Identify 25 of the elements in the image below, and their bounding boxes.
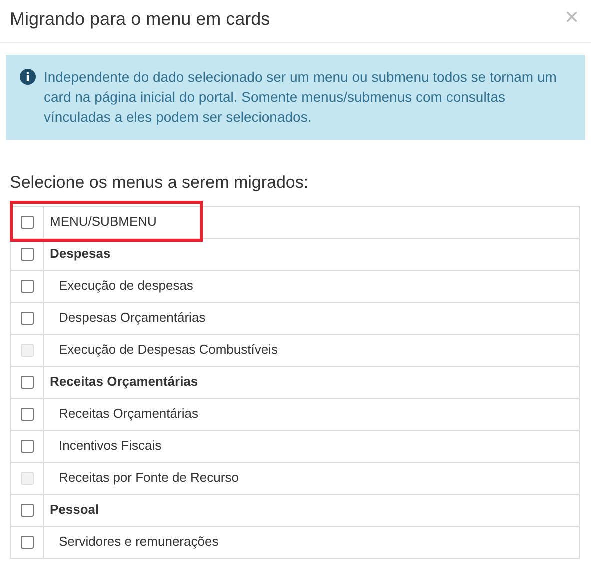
menu-label: Pessoal xyxy=(50,502,100,518)
checkbox[interactable] xyxy=(20,536,34,550)
menu-label: Receitas Orçamentárias xyxy=(50,374,198,390)
checkbox[interactable] xyxy=(20,216,34,230)
checkbox[interactable] xyxy=(20,312,34,326)
submenu-label: Execução de despesas xyxy=(59,278,194,294)
submenu-label: Servidores e remunerações xyxy=(59,534,219,550)
checkbox[interactable] xyxy=(20,280,34,294)
modal-title: Migrando para o menu em cards xyxy=(10,8,270,31)
submenu-label: Incentivos Fiscais xyxy=(59,438,162,454)
checkbox[interactable] xyxy=(20,440,34,454)
alert-text: Independente do dado selecionado ser um menu ou submenu todos se tornam um card na página inicial do portal. Somente menus/submenus com consultas vínculadas a eles podem ser selecionados. xyxy=(44,68,558,127)
checkbox[interactable] xyxy=(20,248,34,262)
checkbox[interactable] xyxy=(20,504,34,518)
checkbox[interactable] xyxy=(20,376,34,390)
submenu-label: Receitas Orçamentárias xyxy=(59,406,198,422)
menu-label: Despesas xyxy=(50,246,111,262)
submenu-label: Despesas Orçamentárias xyxy=(59,310,206,326)
info-icon xyxy=(20,69,36,85)
submenu-label: Execução de Despesas Combustíveis xyxy=(59,342,278,358)
close-button[interactable]: × xyxy=(560,6,583,30)
checkbox[interactable] xyxy=(20,408,34,422)
section-prompt: Selecione os menus a serem migrados: xyxy=(10,172,310,194)
submenu-label: Receitas por Fonte de Recurso xyxy=(59,470,239,486)
column-header: MENU/SUBMENU xyxy=(50,214,157,230)
